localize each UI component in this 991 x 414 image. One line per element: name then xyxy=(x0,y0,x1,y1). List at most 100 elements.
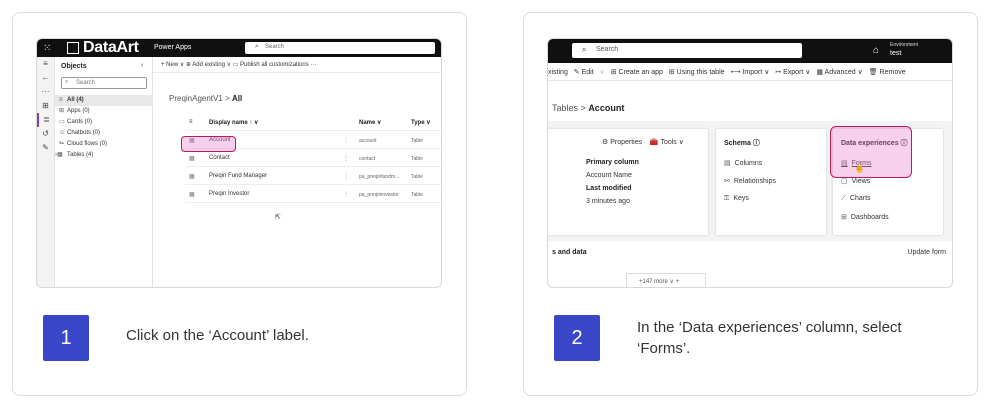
list-icon: ≡ xyxy=(189,119,193,125)
tools-button[interactable]: 🧰 Tools ∨ xyxy=(650,139,684,146)
objects-item-all[interactable]: ≡ All (4) xyxy=(55,95,153,106)
cmd-import[interactable]: ⟷ Import ∨ xyxy=(730,69,769,76)
cmd-export[interactable]: ↦ Export ∨ xyxy=(775,69,810,76)
objects-item-cloud-flows[interactable]: ↬ Cloud flows (0) xyxy=(55,139,153,150)
objects-item-label: Tables (4) xyxy=(67,152,94,158)
schema-item-columns[interactable]: ▤ Columns xyxy=(724,159,762,167)
primary-column-value: Account Name xyxy=(586,172,632,179)
objects-table: ≡ Display name ↑ ∨ Name ∨ Type ∨ ▦ Accou… xyxy=(185,113,441,203)
breadcrumb-parent[interactable]: Tables xyxy=(552,103,578,113)
header-type[interactable]: Type ∨ xyxy=(411,119,431,126)
row-name: account xyxy=(359,138,377,144)
row-display-name[interactable]: Contact xyxy=(209,155,230,161)
search-icon: ⌕ xyxy=(255,43,259,50)
cmd-edit[interactable]: ✎ Edit xyxy=(574,69,594,76)
apps-icon[interactable]: ⊞ xyxy=(37,99,54,113)
chatbot-icon: ☺ xyxy=(59,130,66,136)
objects-item-label: All (4) xyxy=(67,97,84,103)
step-2-screenshot: ⌕ Search ⌂ Environment test xisting ✎ Ed… xyxy=(547,38,953,288)
table-properties-panel: ⚙ Properties 🧰 Tools ∨ Primary column Ac… xyxy=(548,129,708,235)
columns-icon: ▤ xyxy=(724,160,731,167)
objects-item-label: Cloud flows (0) xyxy=(67,141,108,147)
table-row[interactable]: ▦ Preqin Investor ⋮ pa_preqininvestor Ta… xyxy=(185,185,441,203)
chart-icon: ⟋ xyxy=(841,195,846,202)
row-type: Table xyxy=(411,192,423,198)
card-icon: ▭ xyxy=(59,119,65,125)
history-icon[interactable]: ↺ xyxy=(37,127,54,141)
row-name: pa_preqininvestor xyxy=(359,192,399,198)
environment-icon[interactable]: ⌂ xyxy=(873,45,879,56)
cmd-remove[interactable]: 🗑 Remove xyxy=(869,69,906,76)
row-name: contact xyxy=(359,156,376,162)
data-exp-item-dashboards[interactable]: ⊞ Dashboards xyxy=(841,213,889,221)
back-icon[interactable]: ← xyxy=(37,71,54,85)
cmd-create-app[interactable]: ⊞ Create an app xyxy=(611,69,663,76)
schema-item-label: Relationships xyxy=(733,178,776,185)
cmd-advanced[interactable]: ▦ Advanced ∨ xyxy=(816,69,862,76)
row-display-name[interactable]: Preqin Fund Manager xyxy=(209,173,267,179)
schema-panel: Schema ⓘ ▤ Columns ⚯ Relationships ⚿ Keys xyxy=(716,129,826,235)
objects-item-cards[interactable]: ▭ Cards (0) xyxy=(55,117,153,128)
objects-item-tables[interactable]: ›▦ Tables (4) xyxy=(55,150,153,161)
data-exp-item-charts[interactable]: ⟋ Charts xyxy=(841,195,871,203)
more-options-icon[interactable]: ⋮ xyxy=(343,137,349,144)
app-launcher-icon[interactable]: ⁙ xyxy=(43,43,51,54)
objects-list: ≡ All (4) ⊞ Apps (0) ▭ Cards (0) ☺ Chatbots … xyxy=(55,95,153,161)
cmd-existing[interactable]: xisting xyxy=(548,69,568,76)
schema-item-relationships[interactable]: ⚯ Relationships xyxy=(724,177,776,185)
objects-search-input[interactable]: ⌕ Search xyxy=(61,77,147,89)
global-search-input[interactable]: ⌕ Search xyxy=(572,43,802,58)
more-icon[interactable]: ··· xyxy=(37,85,54,99)
breadcrumb-parent[interactable]: PreqinAgentV1 xyxy=(169,94,223,103)
properties-button[interactable]: ⚙ Properties xyxy=(602,139,642,146)
schema-item-label: Keys xyxy=(733,195,749,202)
data-exp-item-label: Views xyxy=(851,178,871,185)
brand-name: DataArt xyxy=(83,39,139,56)
search-icon: ⌕ xyxy=(65,79,69,85)
objects-icon[interactable]: ≣ xyxy=(37,113,54,127)
step-card-1: ⁙ DataArt Power Apps ⌕ Search ≡ ← ··· ⊞ … xyxy=(12,12,467,396)
schema-item-keys[interactable]: ⚿ Keys xyxy=(724,195,749,203)
more-options-icon[interactable]: ⋮ xyxy=(343,155,349,162)
objects-item-label: Cards (0) xyxy=(67,119,93,125)
breadcrumb-separator: > xyxy=(225,94,230,103)
cmd-edit-dropdown[interactable]: ∨ xyxy=(600,69,605,76)
data-exp-item-label: Dashboards xyxy=(850,214,889,221)
panel-actions: ⚙ Properties 🧰 Tools ∨ xyxy=(602,138,684,146)
row-display-name[interactable]: Preqin Investor xyxy=(209,191,249,197)
brand-logo-icon xyxy=(67,42,79,54)
hand-pointer-icon: ☝ xyxy=(854,163,866,173)
step-number-badge: 2 xyxy=(554,315,600,361)
last-modified-label: Last modified xyxy=(586,185,632,192)
objects-item-chatbots[interactable]: ☺ Chatbots (0) xyxy=(55,128,153,139)
cmd-using-table[interactable]: ⊞ Using this table xyxy=(669,69,725,76)
breadcrumb-current: Account xyxy=(588,103,625,113)
data-exp-item-views[interactable]: ▢ Views xyxy=(841,177,870,185)
apps-icon: ⊞ xyxy=(59,108,65,114)
breadcrumb-separator: > xyxy=(580,103,586,113)
top-bar: ⁙ DataArt Power Apps ⌕ Search xyxy=(37,39,441,57)
breadcrumb-current: All xyxy=(231,94,243,103)
table-row[interactable]: ▦ Preqin Fund Manager ⋮ pa_preqinfundm..… xyxy=(185,167,441,185)
command-bar[interactable]: + New ∨ ⊕ Add existing ∨ ▭ Publish all c… xyxy=(153,57,441,73)
update-forms-button[interactable]: Update form xyxy=(907,249,946,256)
objects-item-apps[interactable]: ⊞ Apps (0) xyxy=(55,106,153,117)
header-name[interactable]: Name ∨ xyxy=(359,119,381,126)
tools-icon[interactable]: ✎ xyxy=(37,141,54,155)
header-display-name[interactable]: Display name ↑ ∨ xyxy=(209,119,258,126)
more-options-icon[interactable]: ⋮ xyxy=(343,173,349,180)
relationships-icon: ⚯ xyxy=(724,178,730,185)
schema-title: Schema ⓘ xyxy=(724,140,760,147)
step-instruction: In the ‘Data experiences’ column, select… xyxy=(637,319,902,357)
more-columns-control[interactable]: +147 more ∨ + xyxy=(626,273,706,287)
collapse-icon[interactable]: ‹ xyxy=(141,62,143,69)
environment-value[interactable]: test xyxy=(890,50,901,57)
data-exp-item-label: Charts xyxy=(849,195,871,202)
table-header: ≡ Display name ↑ ∨ Name ∨ Type ∨ xyxy=(185,113,441,131)
schema-item-label: Columns xyxy=(734,160,763,167)
more-options-icon[interactable]: ⋮ xyxy=(343,191,349,198)
menu-icon[interactable]: ≡ xyxy=(37,57,54,71)
objects-title: Objects xyxy=(61,63,87,70)
global-search-input[interactable]: ⌕ Search xyxy=(245,42,435,54)
forms-highlight xyxy=(830,126,912,178)
